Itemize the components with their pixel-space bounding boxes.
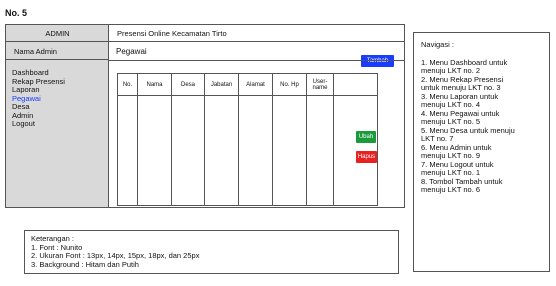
column-header-desa: Desa [171,73,205,96]
sidebar-admin-name: Nama Admin [6,43,109,60]
navigation-box: Navigasi : 1. Menu Dashboard untuk menuj… [413,32,550,272]
table-row [117,95,378,206]
table-cell [137,95,172,206]
delete-button[interactable]: Hapus [356,151,377,163]
page-title: Pegawai [116,47,147,56]
wireframe-frame: ADMIN Nama Admin Dashboard Rekap Presens… [5,24,405,208]
navigation-title: Navigasi : [421,40,454,49]
notes-line: 3. Background : Hitam dan Putih [31,259,139,269]
column-header-username: User-name [306,73,334,96]
table-cell [238,95,273,206]
column-header-no: No. [117,73,138,96]
table-cell [272,95,307,206]
employee-table: No. Nama Desa Jabatan Alamat No. Hp User… [117,73,378,206]
column-header-alamat: Alamat [238,73,273,96]
sidebar-header: ADMIN [6,25,109,42]
sidebar-menu: Dashboard Rekap Presensi Laporan Pegawai… [12,68,65,129]
table-cell [306,95,334,206]
notes-box: Keterangan : 1. Font : Nunito 2. Ukuran … [24,230,399,274]
add-button[interactable]: Tambah [361,55,394,67]
table-cell [171,95,205,206]
notes-title: Keterangan : [31,234,74,243]
edit-button[interactable]: Ubah [356,131,376,143]
sidebar-item-logout[interactable]: Logout [12,119,65,129]
sidebar: ADMIN Nama Admin Dashboard Rekap Presens… [6,25,109,207]
divider [109,60,404,61]
column-header-actions [333,73,378,96]
column-header-nama: Nama [137,73,172,96]
table-cell [204,95,239,206]
table-cell [117,95,138,206]
column-header-jabatan: Jabatan [204,73,239,96]
navigation-line: menuju LKT no. 6 [421,185,481,194]
column-header-no-hp: No. Hp [272,73,307,96]
app-title-bar: Presensi Online Kecamatan Tirto [109,25,404,42]
page-number-label: No. 5 [5,8,28,18]
